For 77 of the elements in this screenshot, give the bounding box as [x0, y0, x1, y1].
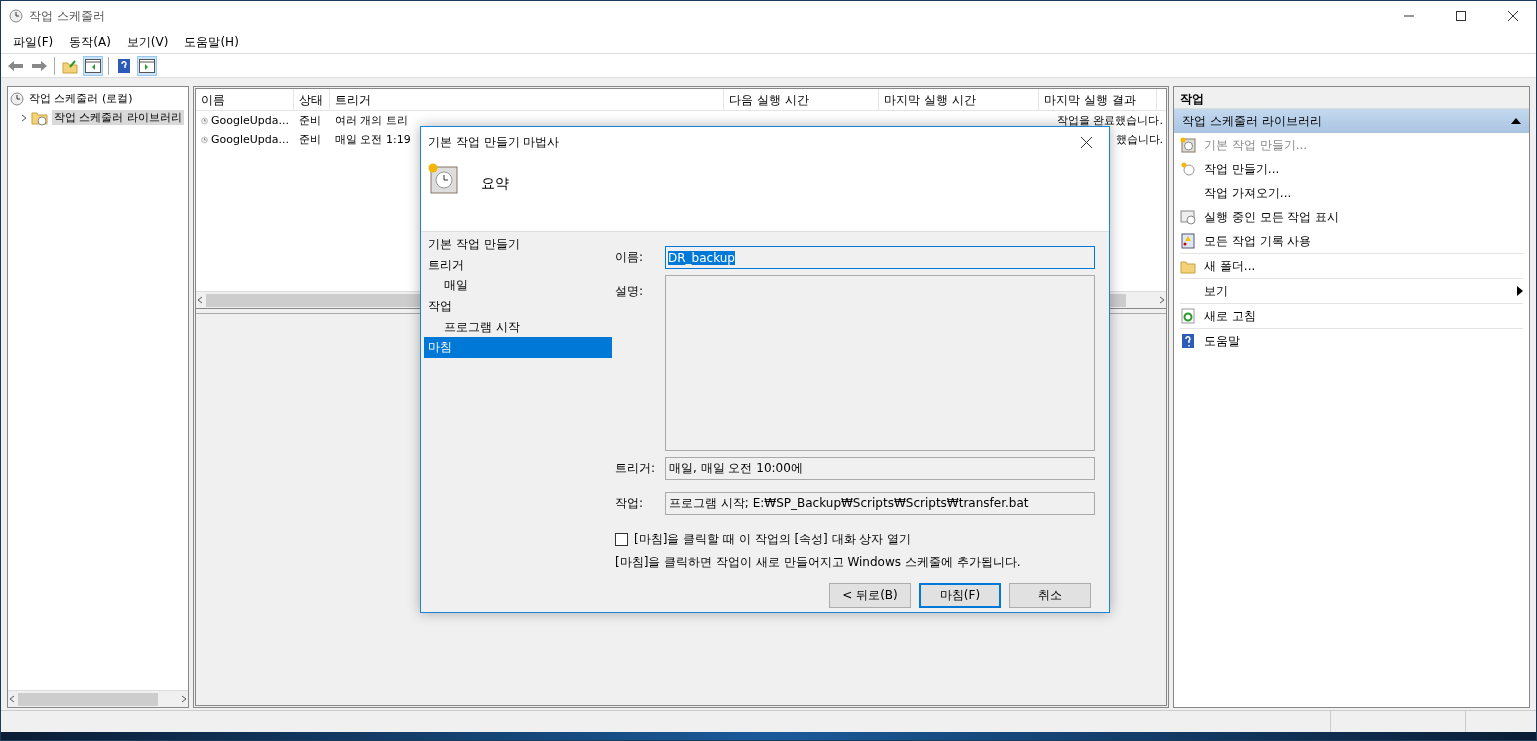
tree-item[interactable]: 작업 스케줄러 (로컬) [27, 91, 135, 106]
collapse-triangle-icon[interactable] [1511, 118, 1521, 124]
menu-item[interactable]: 보기(V) [120, 31, 175, 53]
section-title: 작업 스케줄러 라이브러리 [1182, 112, 1322, 130]
folder-icon [1180, 258, 1196, 274]
action-item[interactable]: 새 폴더... [1180, 254, 1523, 278]
checkbox-label[interactable]: [마침]을 클릭할 때 이 작업의 [속성] 대화 상자 열기 [634, 531, 912, 548]
dialog-title: 기본 작업 만들기 마법사 [428, 133, 561, 151]
description-field[interactable] [665, 275, 1095, 451]
checkbox[interactable] [615, 533, 628, 546]
wizard-step[interactable]: 프로그램 시작 [424, 316, 612, 338]
table-cell: 준비 [299, 132, 321, 147]
page-heading: 요약 [481, 175, 509, 193]
close-icon [1080, 136, 1092, 148]
dialog-button[interactable]: 마침(F) [919, 583, 1001, 608]
action-field: 프로그램 시작; E:₩SP_Backup₩Scripts₩Scripts₩transfer.bat [665, 492, 1095, 515]
column-header[interactable]: 마지막 실행 결과 [1039, 89, 1157, 110]
wizard-step[interactable]: 매일 [424, 275, 612, 297]
collapsed-chevron-icon[interactable] [20, 113, 28, 122]
action-item[interactable]: 작업 만들기... [1180, 157, 1523, 181]
action-item[interactable]: 새로 고침 [1180, 304, 1523, 328]
field-label: 작업: [615, 495, 645, 512]
wizard-step[interactable]: 마침 [424, 337, 612, 359]
refresh-icon [1180, 308, 1196, 324]
clock-icon [10, 91, 24, 106]
table-cell: GoogleUpda... [210, 133, 289, 146]
action-item[interactable]: 보기 [1180, 279, 1523, 303]
menu-item[interactable]: 동작(A) [63, 31, 117, 53]
dialog-button[interactable]: 취소 [1009, 583, 1091, 608]
column-header[interactable]: 트리거 [330, 89, 724, 110]
column-header[interactable]: 상태 [294, 89, 330, 110]
maximize-icon [1456, 11, 1466, 21]
window-title: 작업 스케줄러 [29, 7, 106, 25]
scroll-left-icon[interactable] [8, 695, 16, 703]
log-icon [1180, 233, 1196, 249]
table-cell: 매일 오전 1:19 [335, 132, 411, 147]
dialog-button[interactable]: < 뒤로(B) [829, 583, 911, 608]
table-cell: 여러 개의 트리 [335, 113, 408, 128]
scroll-right-icon[interactable] [180, 695, 188, 703]
wizard-step[interactable]: 기본 작업 만들기 [424, 234, 612, 255]
help-icon [1181, 333, 1195, 349]
wizard-step[interactable]: 작업 [424, 296, 612, 317]
horizontal-scrollbar[interactable] [8, 690, 188, 707]
action-item[interactable]: 실행 중인 모든 작업 표시 [1180, 205, 1523, 229]
table-cell: 했습니다. [1115, 132, 1163, 147]
calendar-clock-icon [427, 163, 459, 195]
action-item[interactable]: 작업 가져오기... [1180, 181, 1523, 205]
name-field[interactable]: DR_backup [665, 246, 1095, 269]
wizard-step[interactable]: 트리거 [424, 254, 612, 276]
scroll-left-icon[interactable] [196, 296, 204, 304]
action-item[interactable]: 모든 작업 기록 사용 [1180, 229, 1523, 253]
menu-item[interactable]: 파일(F) [7, 31, 60, 53]
field-label: 트리거: [615, 460, 657, 477]
app-clock-icon [9, 9, 23, 23]
calendar-clock-icon [1180, 137, 1196, 153]
table-cell: GoogleUpda... [210, 114, 289, 127]
table-cell: 작업을 완료했습니다. [1057, 113, 1163, 128]
column-header[interactable]: 마지막 실행 시간 [879, 89, 1039, 110]
info-text: [마침]을 클릭하면 작업이 새로 만들어지고 Windows 스케줄에 추가됩니다. [615, 554, 1022, 571]
folder-clock-icon [31, 109, 49, 126]
column-header[interactable]: 이름 [196, 89, 294, 110]
close-icon [1508, 11, 1518, 21]
field-label: 이름: [615, 249, 645, 266]
clock-icon [1180, 161, 1196, 177]
table-cell: 준비 [299, 113, 321, 128]
action-item[interactable]: 도움말 [1180, 329, 1523, 353]
column-header[interactable]: 다음 실행 시간 [724, 89, 879, 110]
menu-item[interactable]: 도움말(H) [178, 31, 245, 53]
pane-title: 작업 [1174, 87, 1529, 109]
window-clock-icon [1180, 209, 1196, 225]
tree-item[interactable]: 작업 스케줄러 라이브러리 [52, 110, 184, 125]
show-hide-actions-button[interactable] [137, 55, 157, 76]
section-header[interactable]: 작업 스케줄러 라이브러리 [1174, 109, 1529, 133]
trigger-field: 매일, 매일 오전 10:00에 [665, 457, 1095, 480]
show-hide-tree-button[interactable] [83, 55, 103, 76]
field-label: 설명: [615, 283, 645, 300]
scroll-right-icon[interactable] [1158, 296, 1166, 304]
